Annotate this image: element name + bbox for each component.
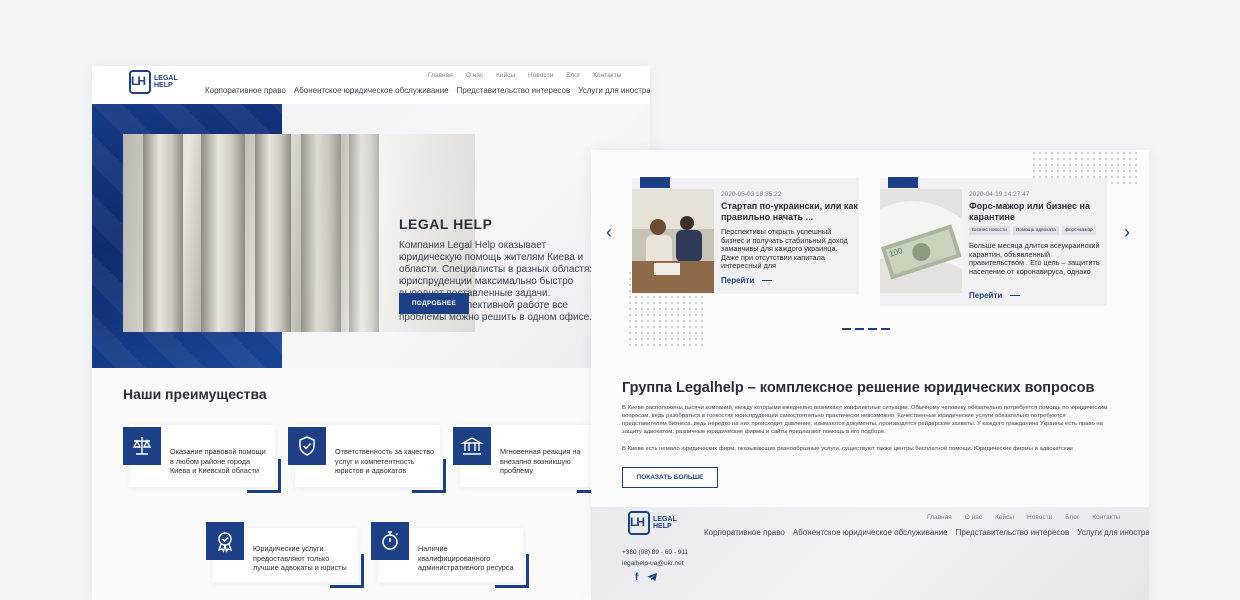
group-paragraph: В Киеве есть немало юридических фирм, ок… (622, 446, 1074, 452)
blog-card[interactable]: 100 2020-04-19 14:27:47 Форс-мажор или б… (880, 177, 1107, 306)
advantages-title: Наши преимущества (123, 386, 267, 402)
hero-section: LEGAL HELP Компания Legal Help оказывает… (92, 104, 650, 368)
main-nav: Корпоративное право Абонентское юридичес… (205, 86, 650, 95)
advantage-text: Наличие квалифицированного административ… (418, 544, 514, 572)
footer-top-nav: Главная О нас Кейсы Новости Блог Контакт… (927, 514, 1120, 521)
mainnav-representation[interactable]: Представительство интересов (956, 528, 1070, 537)
mainnav-subscription[interactable]: Абонентское юридическое обслуживание (793, 528, 948, 537)
topnav-about[interactable]: О нас (466, 72, 483, 79)
mainnav-corporate[interactable]: Корпоративное право (704, 528, 785, 537)
advantage-text: Юридические услуги предоставляют только … (253, 544, 347, 572)
advantage-card: Наличие квалифицированного административ… (371, 522, 529, 588)
blog-tag[interactable]: Помощь адвоката (1012, 226, 1059, 235)
carousel-pagination (842, 328, 890, 330)
topnav-blog[interactable]: Блог (1065, 514, 1079, 521)
logo-line1: LEGAL (154, 75, 178, 82)
blog-tag[interactable]: форс-мажор (1061, 226, 1096, 235)
advantage-text: Мгновенная реакция на внезапно возникшую… (500, 447, 581, 475)
show-more-button[interactable]: ПОКАЗАТЬ БОЛЬШЕ (622, 467, 718, 488)
advantage-card: Мгновенная реакция на внезапно возникшую… (453, 425, 611, 493)
topnav-home[interactable]: Главная (428, 72, 453, 79)
blog-title[interactable]: Форс-мажор или бизнес на карантине (969, 201, 1105, 223)
hero-more-button[interactable]: ПОДРОБНЕЕ (399, 293, 469, 314)
advantage-text: Оказание правовой помощи в любом районе … (170, 447, 266, 475)
logo-mark: LH (628, 511, 650, 535)
site-footer: LH LEGAL HELP Главная О нас Кейсы Новост… (591, 507, 1149, 600)
blog-excerpt: Перспективы открыть успешный бизнес и по… (721, 228, 848, 271)
mainnav-subscription[interactable]: Абонентское юридическое обслуживание (294, 86, 449, 95)
footer-email[interactable]: legalhelp-ua@ukr.net (622, 560, 684, 567)
shield-check-icon (288, 427, 326, 465)
blog-page-mockup: ‹ › 2020-05-03 18:35:22 Стартап по-украи… (591, 150, 1149, 600)
footer-social: f (635, 572, 658, 585)
blog-date: 2020-05-03 18:35:22 (721, 191, 782, 198)
advantage-card: Оказание правовой помощи в любом районе … (123, 425, 281, 493)
facebook-icon[interactable]: f (635, 572, 638, 585)
hero-title: LEGAL HELP (399, 216, 493, 232)
award-badge-icon (206, 522, 244, 560)
blog-read-more-link[interactable]: Перейти (969, 291, 1021, 300)
homepage-mockup: LH LEGAL HELP Главная О нас Кейсы Новост… (92, 66, 650, 600)
pagination-dot[interactable] (868, 328, 877, 330)
carousel-next-icon[interactable]: › (1124, 222, 1130, 243)
topnav-cases[interactable]: Кейсы (496, 72, 515, 79)
topnav-home[interactable]: Главная (927, 514, 952, 521)
blog-card[interactable]: 2020-05-03 18:35:22 Стартап по-украински… (632, 177, 859, 294)
blog-tags: Бизнес новости Помощь адвоката форс-мажо… (969, 226, 1096, 235)
blog-date: 2020-04-19 14:27:47 (969, 191, 1030, 198)
carousel-prev-icon[interactable]: ‹ (606, 222, 612, 243)
logo[interactable]: LH LEGAL HELP (129, 70, 178, 94)
topnav-news[interactable]: Новости (1027, 514, 1052, 521)
pagination-dot[interactable] (855, 328, 864, 330)
footer-main-nav: Корпоративное право Абонентское юридичес… (704, 528, 1149, 537)
topnav-contacts[interactable]: Контакты (593, 72, 621, 79)
telegram-icon[interactable] (647, 572, 658, 585)
topnav-about[interactable]: О нас (965, 514, 982, 521)
mainnav-foreigners[interactable]: Услуги для иностранцев (1077, 528, 1149, 537)
group-title: Группа Legalhelp – комплексное решение ю… (622, 380, 1095, 396)
topnav-blog[interactable]: Блог (566, 72, 580, 79)
topnav-news[interactable]: Новости (528, 72, 553, 79)
mainnav-representation[interactable]: Представительство интересов (457, 86, 571, 95)
topnav-contacts[interactable]: Контакты (1092, 514, 1120, 521)
topnav-cases[interactable]: Кейсы (995, 514, 1014, 521)
group-paragraph: В Киеве расположены тысячи компаний, меж… (622, 405, 1108, 435)
site-header: LH LEGAL HELP Главная О нас Кейсы Новост… (92, 66, 650, 104)
scales-icon (123, 427, 161, 465)
footer-logo[interactable]: LH LEGAL HELP (628, 511, 677, 535)
blog-tag[interactable]: Бизнес новости (969, 226, 1010, 235)
blog-image (632, 189, 714, 293)
mainnav-foreigners[interactable]: Услуги для иностранцев (578, 86, 650, 95)
logo-line1: LEGAL (653, 516, 677, 523)
top-nav: Главная О нас Кейсы Новости Блог Контакт… (428, 72, 621, 79)
blog-image: 100 (880, 189, 962, 293)
pagination-dot[interactable] (881, 328, 890, 330)
pagination-dot[interactable] (842, 328, 851, 330)
advantage-card: Юридические услуги предоставляют только … (206, 522, 364, 588)
blog-title[interactable]: Стартап по-украински, или как правильно … (721, 201, 859, 223)
blog-excerpt: Больше месяца длится всеукраинский каран… (969, 242, 1100, 277)
blog-read-more-link[interactable]: Перейти (721, 276, 773, 285)
footer-phone[interactable]: +380 (98) 89 - 69 - 911 (622, 549, 688, 556)
advantage-text: Ответственность за качество услуг и комп… (335, 447, 435, 475)
courthouse-icon (453, 427, 491, 465)
advantage-card: Ответственность за качество услуг и комп… (288, 425, 446, 493)
stopwatch-icon (371, 522, 409, 560)
logo-line2: HELP (653, 523, 672, 530)
logo-line2: HELP (154, 82, 173, 89)
logo-mark: LH (129, 70, 151, 94)
mainnav-corporate[interactable]: Корпоративное право (205, 86, 286, 95)
